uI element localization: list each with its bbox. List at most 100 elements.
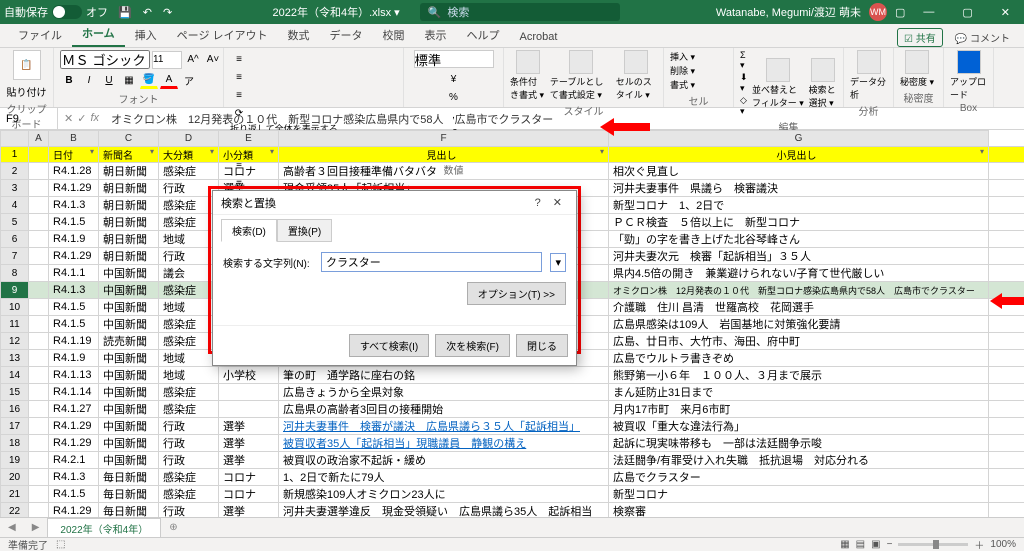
- find-select-button[interactable]: 検索と選択 ▾: [809, 58, 837, 109]
- row-header[interactable]: 11: [1, 316, 29, 333]
- cell[interactable]: R4.1.9: [49, 231, 99, 248]
- cell[interactable]: 月内17市町 来月6市町: [609, 401, 989, 418]
- cell[interactable]: 朝日新聞: [99, 163, 159, 180]
- tab-insert[interactable]: 挿入: [125, 23, 167, 47]
- cell[interactable]: 広島でウルトラ書きぞめ: [609, 350, 989, 367]
- cell[interactable]: [29, 418, 49, 435]
- cell[interactable]: 被買収者35人「起訴相当」現職議員 静観の構え: [279, 435, 609, 452]
- border-button[interactable]: ▦: [120, 71, 138, 89]
- cell[interactable]: [219, 401, 279, 418]
- cell[interactable]: R4.1.3: [49, 469, 99, 486]
- cell[interactable]: R4.1.1: [49, 265, 99, 282]
- tab-data[interactable]: データ: [320, 23, 373, 47]
- row-header[interactable]: 6: [1, 231, 29, 248]
- dialog-close-button[interactable]: ✕: [547, 196, 568, 209]
- format-table-button[interactable]: テーブルとして書式設定 ▾: [550, 50, 612, 101]
- select-all[interactable]: [1, 131, 29, 147]
- cell[interactable]: 朝日新聞: [99, 214, 159, 231]
- name-box[interactable]: F9: [0, 108, 58, 129]
- cell[interactable]: 地域: [159, 367, 219, 384]
- cell[interactable]: [29, 333, 49, 350]
- cell[interactable]: 朝日新聞: [99, 248, 159, 265]
- cell[interactable]: [989, 163, 1024, 180]
- row-header[interactable]: 7: [1, 248, 29, 265]
- cell[interactable]: R4.1.14: [49, 384, 99, 401]
- italic-button[interactable]: I: [80, 71, 98, 89]
- row-header[interactable]: 19: [1, 452, 29, 469]
- cell-styles-button[interactable]: セルのスタイル ▾: [616, 50, 657, 101]
- save-icon[interactable]: 💾: [114, 7, 136, 19]
- tab-formulas[interactable]: 数式: [278, 23, 320, 47]
- cell[interactable]: 介護職 住川 昌清 世羅高校 花岡選手: [609, 299, 989, 316]
- row-header[interactable]: 14: [1, 367, 29, 384]
- cell[interactable]: 相次ぐ見直し: [609, 163, 989, 180]
- cell[interactable]: [989, 435, 1024, 452]
- cell[interactable]: 中国新聞: [99, 350, 159, 367]
- autosave-toggle[interactable]: 自動保存 オフ: [4, 4, 108, 20]
- cell[interactable]: R4.1.19: [49, 333, 99, 350]
- cell[interactable]: 「勁」の字を書き上げた北谷琴峰さん: [609, 231, 989, 248]
- find-next-button[interactable]: 次を検索(F): [435, 334, 510, 357]
- cell[interactable]: 起訴に現実味帯移も 一部は法廷闘争示唆: [609, 435, 989, 452]
- cell[interactable]: [989, 265, 1024, 282]
- fx-icon[interactable]: fx: [90, 112, 99, 125]
- cell[interactable]: [29, 452, 49, 469]
- view-normal-icon[interactable]: ▦: [840, 539, 849, 550]
- view-layout-icon[interactable]: ▤: [856, 539, 865, 550]
- row-header[interactable]: 3: [1, 180, 29, 197]
- cell[interactable]: [989, 180, 1024, 197]
- cell[interactable]: R4.1.5: [49, 299, 99, 316]
- number-format-select[interactable]: [414, 50, 494, 68]
- ribbon-mode-icon[interactable]: ▢: [895, 6, 905, 19]
- cell[interactable]: [989, 214, 1024, 231]
- tab-acrobat[interactable]: Acrobat: [510, 27, 568, 47]
- close-button[interactable]: ✕: [991, 6, 1020, 19]
- row-header[interactable]: 17: [1, 418, 29, 435]
- cell[interactable]: [29, 265, 49, 282]
- cell[interactable]: [989, 350, 1024, 367]
- cell[interactable]: 毎日新聞: [99, 469, 159, 486]
- cell[interactable]: 選挙: [219, 418, 279, 435]
- close-dialog-button[interactable]: 閉じる: [516, 334, 568, 357]
- find-input[interactable]: [321, 252, 542, 272]
- conditional-format-button[interactable]: 条件付き書式 ▾: [510, 50, 546, 101]
- cell[interactable]: 中国新聞: [99, 367, 159, 384]
- cell[interactable]: [989, 418, 1024, 435]
- tab-home[interactable]: ホーム: [72, 21, 125, 47]
- cell[interactable]: 中国新聞: [99, 299, 159, 316]
- cell[interactable]: 新型コロナ: [609, 486, 989, 503]
- find-all-button[interactable]: すべて検索(I): [349, 334, 429, 357]
- currency-icon[interactable]: ¥: [445, 70, 463, 88]
- cell[interactable]: R4.1.5: [49, 214, 99, 231]
- cell[interactable]: 行政: [159, 435, 219, 452]
- align-bot-icon[interactable]: ≡: [230, 86, 248, 104]
- cell[interactable]: 中国新聞: [99, 265, 159, 282]
- cell[interactable]: 感染症: [159, 197, 219, 214]
- cell[interactable]: [989, 197, 1024, 214]
- percent-icon[interactable]: %: [445, 88, 463, 106]
- cell[interactable]: 被買収「重大な違法行為」: [609, 418, 989, 435]
- zoom-level[interactable]: 100%: [990, 539, 1016, 550]
- cell[interactable]: 感染症: [159, 316, 219, 333]
- cell[interactable]: 広島県の高齢者3回目の接種開始: [279, 401, 609, 418]
- row-header[interactable]: 20: [1, 469, 29, 486]
- tab-file[interactable]: ファイル: [8, 23, 72, 47]
- cell[interactable]: まん延防止31日まで: [609, 384, 989, 401]
- cell[interactable]: [29, 147, 49, 163]
- cell[interactable]: 朝日新聞: [99, 197, 159, 214]
- avatar[interactable]: WM: [869, 3, 887, 21]
- cell[interactable]: オミクロン株 12月発表の１０代 新型コロナ感染広島県内で58人 広島市でクラス…: [609, 282, 989, 299]
- cell[interactable]: 県内4.5倍の開き 兼業避けられない/子育て世代厳しい: [609, 265, 989, 282]
- cell[interactable]: 高齢者３回目接種準備バタバタ: [279, 163, 609, 180]
- cell[interactable]: [989, 231, 1024, 248]
- add-sheet-button[interactable]: ⊕: [161, 522, 185, 533]
- cell[interactable]: 感染症: [159, 401, 219, 418]
- cell[interactable]: 地域: [159, 350, 219, 367]
- minimize-button[interactable]: —: [913, 6, 944, 18]
- cell[interactable]: [29, 282, 49, 299]
- cell[interactable]: R4.1.13: [49, 367, 99, 384]
- dialog-help-button[interactable]: ?: [529, 197, 547, 209]
- paste-icon[interactable]: 📋: [13, 50, 41, 80]
- cell[interactable]: 行政: [159, 180, 219, 197]
- cell[interactable]: 感染症: [159, 486, 219, 503]
